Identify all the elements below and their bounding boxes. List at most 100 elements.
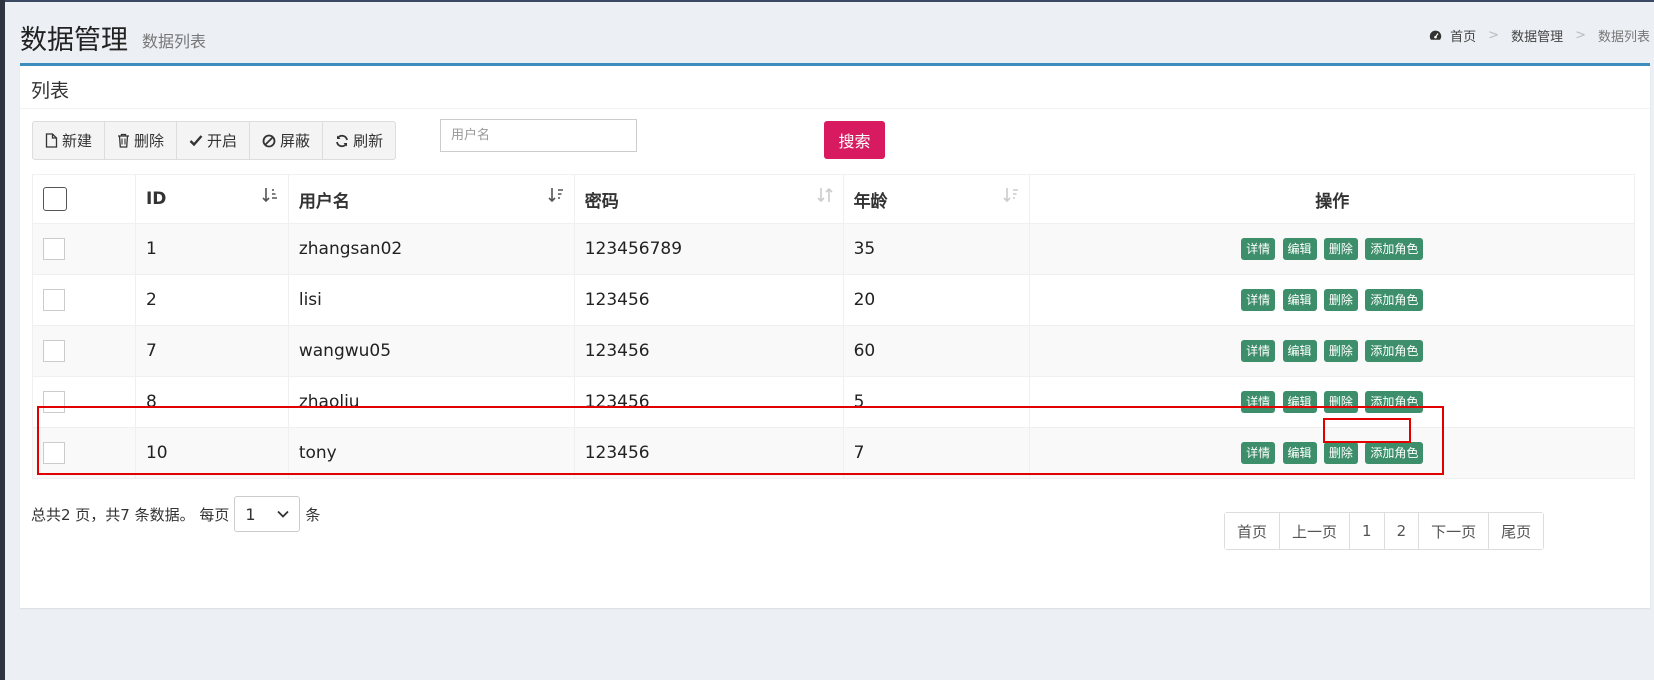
block-button-label: 屏蔽 bbox=[280, 132, 311, 150]
detail-button[interactable]: 详情 bbox=[1241, 391, 1276, 413]
edit-button[interactable]: 编辑 bbox=[1282, 238, 1317, 260]
content-header: 数据管理 数据列表 首页 > 数据管理 > 数据列表 bbox=[20, 16, 1650, 56]
table-header-row: ID 用户名 密码 年龄 操作 bbox=[32, 174, 1635, 224]
table-row: 7 wangwu05 123456 60 详情 编辑 删除 添加角色 bbox=[32, 325, 1635, 377]
column-header-actions: 操作 bbox=[1029, 174, 1635, 224]
breadcrumb-current: 数据列表 bbox=[1597, 30, 1650, 45]
column-header-id[interactable]: ID bbox=[134, 174, 289, 224]
page-last[interactable]: 尾页 bbox=[1489, 513, 1544, 549]
add-role-button[interactable]: 添加角色 bbox=[1365, 391, 1424, 413]
column-header-label: 年龄 bbox=[853, 191, 888, 212]
cell-id: 2 bbox=[134, 274, 289, 326]
enable-button[interactable]: 开启 bbox=[177, 122, 251, 159]
edit-button[interactable]: 编辑 bbox=[1282, 442, 1317, 464]
username-search-input[interactable] bbox=[440, 119, 637, 152]
edit-button[interactable]: 编辑 bbox=[1282, 340, 1317, 362]
check-icon bbox=[189, 135, 203, 147]
page-subtitle: 数据列表 bbox=[142, 32, 207, 51]
cell-age: 35 bbox=[842, 223, 1031, 275]
new-button[interactable]: 新建 bbox=[33, 122, 106, 159]
row-checkbox-cell bbox=[32, 274, 136, 326]
cell-username: wangwu05 bbox=[287, 325, 575, 377]
cell-username: tony bbox=[287, 427, 575, 479]
page-first[interactable]: 首页 bbox=[1225, 513, 1281, 549]
enable-button-label: 开启 bbox=[207, 132, 238, 150]
row-checkbox[interactable] bbox=[43, 238, 65, 260]
cell-actions: 详情 编辑 删除 添加角色 bbox=[1029, 223, 1635, 275]
delete-row-button[interactable]: 删除 bbox=[1323, 391, 1358, 413]
delete-row-button[interactable]: 删除 bbox=[1323, 340, 1358, 362]
breadcrumb-separator: > bbox=[1575, 28, 1586, 43]
page-prev[interactable]: 上一页 bbox=[1280, 513, 1351, 549]
cell-actions: 详情 编辑 删除 添加角色 bbox=[1029, 325, 1635, 377]
cell-id: 10 bbox=[134, 427, 289, 479]
row-checkbox[interactable] bbox=[43, 289, 65, 311]
detail-button[interactable]: 详情 bbox=[1241, 238, 1276, 260]
sort-asc-icon[interactable] bbox=[262, 187, 278, 205]
search-button[interactable]: 搜索 bbox=[824, 121, 885, 159]
cell-actions: 详情 编辑 删除 添加角色 bbox=[1029, 274, 1635, 326]
row-checkbox-cell bbox=[32, 223, 136, 275]
per-page-select[interactable]: 1 bbox=[234, 496, 301, 532]
select-all-checkbox[interactable] bbox=[43, 187, 67, 211]
table-row: 1 zhangsan02 123456789 35 详情 编辑 删除 添加角色 bbox=[32, 223, 1635, 275]
add-role-button[interactable]: 添加角色 bbox=[1365, 289, 1424, 311]
add-role-button[interactable]: 添加角色 bbox=[1365, 442, 1424, 464]
add-role-button[interactable]: 添加角色 bbox=[1365, 238, 1424, 260]
cell-actions: 详情 编辑 删除 添加角色 bbox=[1029, 427, 1635, 479]
breadcrumb-separator: > bbox=[1488, 28, 1500, 43]
per-page-value: 1 bbox=[245, 504, 256, 524]
delete-row-button[interactable]: 删除 bbox=[1323, 442, 1358, 464]
table-row: 10 tony 123456 7 详情 编辑 删除 添加角色 bbox=[32, 427, 1635, 479]
cell-age: 60 bbox=[842, 325, 1031, 377]
cell-password: 123456 bbox=[573, 376, 844, 428]
top-border bbox=[0, 0, 1654, 2]
table-body: 1 zhangsan02 123456789 35 详情 编辑 删除 添加角色 2 lis… bbox=[32, 223, 1635, 479]
file-icon bbox=[45, 133, 58, 148]
row-checkbox[interactable] bbox=[43, 442, 65, 464]
chevron-down-icon bbox=[277, 510, 290, 518]
breadcrumb-data-management[interactable]: 数据管理 bbox=[1511, 26, 1563, 45]
edit-button[interactable]: 编辑 bbox=[1282, 391, 1317, 413]
edit-button[interactable]: 编辑 bbox=[1282, 289, 1317, 311]
sort-icon[interactable] bbox=[816, 187, 833, 205]
detail-button[interactable]: 详情 bbox=[1241, 289, 1276, 311]
delete-button-label: 删除 bbox=[134, 132, 165, 150]
page-2[interactable]: 2 bbox=[1384, 513, 1420, 549]
column-header-label: 密码 bbox=[584, 191, 619, 212]
cell-password: 123456789 bbox=[573, 223, 844, 275]
box-divider bbox=[20, 108, 1650, 109]
column-header-password[interactable]: 密码 bbox=[573, 174, 844, 224]
page-next[interactable]: 下一页 bbox=[1419, 513, 1490, 549]
breadcrumb-home[interactable]: 首页 bbox=[1450, 26, 1476, 45]
sort-desc-icon[interactable] bbox=[548, 187, 564, 205]
page-1[interactable]: 1 bbox=[1350, 513, 1385, 549]
trash-icon bbox=[118, 133, 130, 148]
delete-row-button[interactable]: 删除 bbox=[1323, 238, 1358, 260]
cell-actions: 详情 编辑 删除 添加角色 bbox=[1029, 376, 1635, 428]
list-box: 列表 新建 删除 开启 屏蔽 刷新 搜索 bbox=[20, 63, 1650, 608]
row-checkbox[interactable] bbox=[43, 391, 65, 413]
delete-row-button[interactable]: 删除 bbox=[1323, 289, 1358, 311]
refresh-button[interactable]: 刷新 bbox=[323, 122, 395, 159]
refresh-button-label: 刷新 bbox=[353, 132, 384, 150]
per-page-suffix: 条 bbox=[305, 505, 321, 524]
cell-password: 123456 bbox=[573, 427, 844, 479]
cell-username: lisi bbox=[287, 274, 575, 326]
row-checkbox[interactable] bbox=[43, 340, 65, 362]
detail-button[interactable]: 详情 bbox=[1241, 340, 1276, 362]
cell-age: 20 bbox=[842, 274, 1031, 326]
cell-age: 5 bbox=[842, 376, 1031, 428]
column-header-age[interactable]: 年龄 bbox=[842, 174, 1031, 224]
add-role-button[interactable]: 添加角色 bbox=[1365, 340, 1424, 362]
cell-id: 1 bbox=[134, 223, 289, 275]
column-header-label: 用户名 bbox=[298, 191, 350, 212]
row-checkbox-cell bbox=[32, 325, 136, 377]
detail-button[interactable]: 详情 bbox=[1241, 442, 1276, 464]
column-header-label: ID bbox=[145, 189, 167, 209]
block-button[interactable]: 屏蔽 bbox=[250, 122, 324, 159]
delete-button[interactable]: 删除 bbox=[105, 122, 178, 159]
table-row: 2 lisi 123456 20 详情 编辑 删除 添加角色 bbox=[32, 274, 1635, 326]
sort-icon[interactable] bbox=[1003, 187, 1019, 205]
column-header-username[interactable]: 用户名 bbox=[287, 174, 575, 224]
